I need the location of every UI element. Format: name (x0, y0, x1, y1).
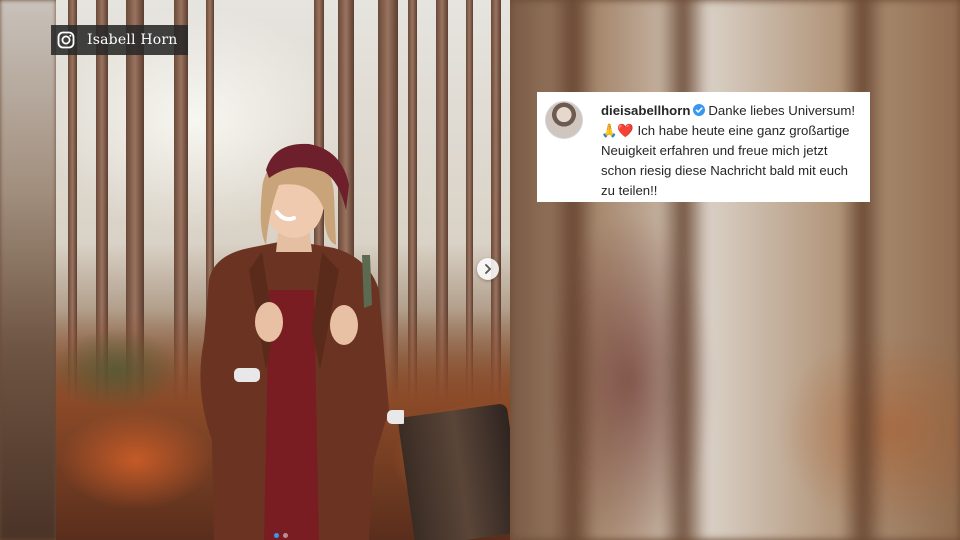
carousel-dot-active (274, 533, 279, 538)
photo-credit-badge: Isabell Horn (51, 25, 188, 55)
blurred-background-right (510, 0, 960, 540)
pray-emoji: 🙏 (601, 123, 618, 138)
instagram-icon (57, 31, 75, 49)
chevron-right-icon (485, 264, 492, 274)
credit-name: Isabell Horn (87, 32, 178, 48)
instagram-post-photo (56, 0, 510, 540)
carousel-indicator (274, 533, 288, 538)
carousel-next-button[interactable] (477, 258, 499, 280)
woman-figure (200, 143, 404, 540)
blurred-background-left (0, 0, 56, 540)
avatar[interactable] (545, 101, 583, 139)
caption-body-start: Danke liebes Universum! (708, 103, 855, 118)
verified-badge-icon (693, 104, 706, 116)
caption-text: dieisabellhorn Danke liebes Universum! 🙏❤… (601, 101, 858, 202)
carousel-dot (283, 533, 288, 538)
caption-body-rest: Ich habe heute eine ganz großartige Neui… (601, 123, 850, 198)
username-link[interactable]: dieisabellhorn (601, 103, 690, 118)
heart-emoji: ❤️ (617, 123, 634, 138)
instagram-caption-card: dieisabellhorn Danke liebes Universum! 🙏❤… (537, 92, 870, 202)
